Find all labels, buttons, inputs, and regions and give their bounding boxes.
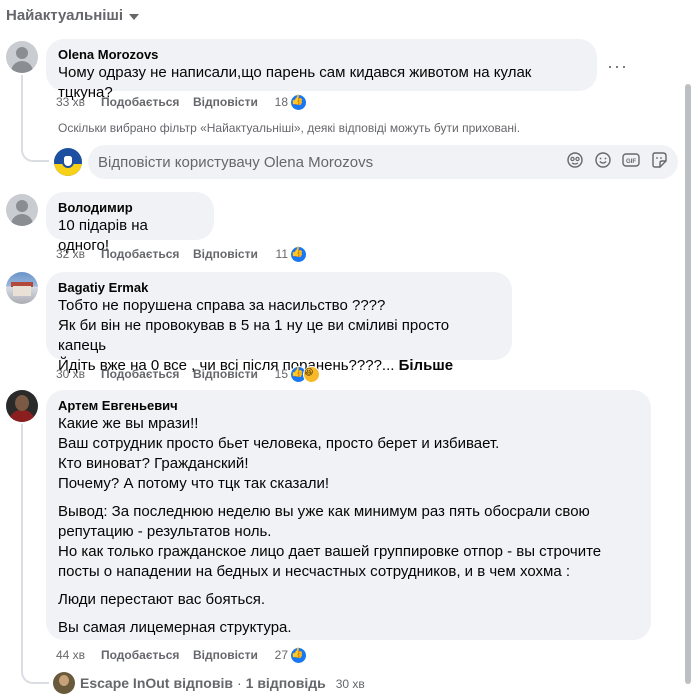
reply-time: 30 хв [335,677,365,691]
comment-time[interactable]: 30 хв [56,367,101,381]
comment-line: Люди перестают вас бояться. [58,591,266,608]
comment-time[interactable]: 44 хв [56,648,101,662]
svg-text:GIF: GIF [626,159,636,165]
avatar-bagatiy-ermak[interactable] [6,272,38,304]
comment-line: посты о нападении на бедных и несчастных… [58,563,570,580]
like-button[interactable]: Подобається [101,367,193,381]
emoji-icon[interactable] [594,151,612,169]
like-button[interactable]: Подобається [101,95,193,109]
reaction-count[interactable]: 27 [272,648,288,662]
like-icon[interactable]: 👍 [290,245,307,263]
comment-line: Кто виноват? Гражданский! [58,455,249,472]
comment-line: репутацию - результатов ноль. [58,523,272,540]
current-user-avatar [54,148,82,176]
sticker-icon[interactable] [650,151,668,169]
avatar-volodymyr[interactable] [6,194,38,226]
comment-line: Но как только гражданское лицо дает ваше… [58,543,602,560]
like-icon[interactable]: 👍 [290,646,307,664]
reaction-count[interactable]: 15 [272,367,288,381]
comment-author[interactable]: Olena Morozovs [58,47,585,63]
more-options-icon[interactable]: ··· [607,56,628,77]
haha-icon[interactable]: 😆 [303,365,320,383]
like-icon[interactable]: 👍 [290,93,307,111]
reply-button[interactable]: Відповісти [193,247,272,261]
comment-meta: 32 хв Подобається Відповісти 11 👍 [56,245,307,263]
thread-line [21,424,23,650]
scrollbar[interactable] [683,0,693,697]
comment-line: Вывод: За последнюю неделю вы уже как ми… [58,503,590,520]
comment-meta: 44 хв Подобається Відповісти 27 👍 [56,646,307,664]
thread-line [21,75,23,145]
comment-filter-dropdown[interactable]: Найактуальніші [6,7,140,24]
filter-label: Найактуальніші [6,7,124,24]
avatar-escape-inout[interactable] [53,672,75,694]
comment-time[interactable]: 33 хв [56,95,101,109]
comment-meta: 30 хв Подобається Відповісти 15 👍 😆 [56,365,320,383]
reply-button[interactable]: Відповісти [193,367,272,381]
caret-down-icon [129,13,140,20]
comment-bubble: Bagatiy Ermak Тобто не порушена справа з… [46,272,512,374]
comment-bubble: Володимир 10 підарів на одного! [46,192,214,254]
comment-author[interactable]: Артем Евгеньевич [58,398,639,414]
reaction-count[interactable]: 18 [272,95,288,109]
reaction-count[interactable]: 11 [272,247,288,261]
comment-line: Як би він не провокував в 5 на 1 ну це в… [58,317,450,354]
reply-verb: відповів [173,675,233,691]
filter-notice: Оскільки вибрано фільтр «Найактуальніші»… [58,121,521,135]
like-button[interactable]: Подобається [101,247,193,261]
comment-bubble: Olena Morozovs Чому одразу не написали,щ… [46,39,597,101]
comment-line: Вы самая лицемерная структура. [58,619,292,636]
comment-line: Ваш сотрудник просто бьет человека, прос… [58,435,500,452]
see-more-link[interactable]: Більше [399,357,454,374]
comment-meta: 33 хв Подобається Відповісти 18 👍 [56,93,307,111]
gif-icon[interactable]: GIF [622,151,640,169]
comment-author[interactable]: Bagatiy Ermak [58,280,500,296]
reply-author: Escape InOut [80,675,170,691]
view-replies-link[interactable]: Escape InOut відповів · 1 відповідь 30 х… [80,675,365,691]
reply-button[interactable]: Відповісти [193,95,272,109]
avatar-olena-morozovs[interactable] [6,41,38,73]
thread-connector [21,140,49,162]
sticker-face-icon[interactable] [566,151,584,169]
comment-line: Тобто не порушена справа за насильство ?… [58,297,386,314]
comment-author[interactable]: Володимир [58,200,202,216]
comment-line: Какие же вы мрази!! [58,415,199,432]
reply-composer: GIF [88,145,678,179]
reply-count: 1 відповідь [245,675,326,691]
reply-input[interactable] [98,153,558,171]
scrollbar-thumb[interactable] [685,84,691,684]
comment-line: Почему? А потому что тцк так сказали! [58,475,330,492]
like-button[interactable]: Подобається [101,648,193,662]
reply-button[interactable]: Відповісти [193,648,272,662]
comment-time[interactable]: 32 хв [56,247,101,261]
separator: · [236,675,242,691]
avatar-artem-evgenevich[interactable] [6,390,38,422]
comment-bubble: Артем Евгеньевич Какие же вы мрази!! Ваш… [46,390,651,640]
thread-connector [21,650,49,684]
